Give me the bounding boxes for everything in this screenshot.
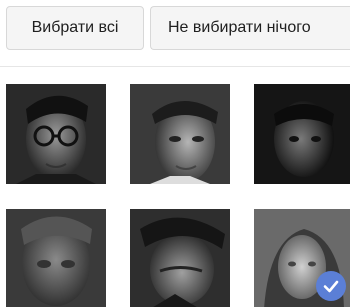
- photo-thumbnail[interactable]: [6, 84, 106, 184]
- photo-thumbnail[interactable]: [130, 209, 230, 307]
- photo-selection-panel: Вибрати всі Не вибирати нічого: [0, 0, 350, 307]
- select-all-label: Вибрати всі: [31, 19, 119, 36]
- photo-thumbnail[interactable]: [6, 209, 106, 307]
- face-photo-5: [130, 209, 230, 307]
- photo-thumbnail-selected[interactable]: [254, 209, 350, 307]
- face-photo-4: [6, 209, 106, 307]
- select-all-button[interactable]: Вибрати всі: [6, 6, 144, 50]
- face-photo-2: [130, 84, 230, 184]
- face-photo-1: [6, 84, 106, 184]
- divider: [0, 66, 350, 67]
- photo-thumbnail[interactable]: [254, 84, 350, 184]
- photo-thumbnail[interactable]: [130, 84, 230, 184]
- select-none-label: Не вибирати нічого: [168, 19, 311, 36]
- face-photo-3: [254, 84, 350, 184]
- select-none-button[interactable]: Не вибирати нічого: [150, 6, 350, 50]
- check-icon: [323, 280, 339, 293]
- selected-check-badge: [316, 271, 346, 301]
